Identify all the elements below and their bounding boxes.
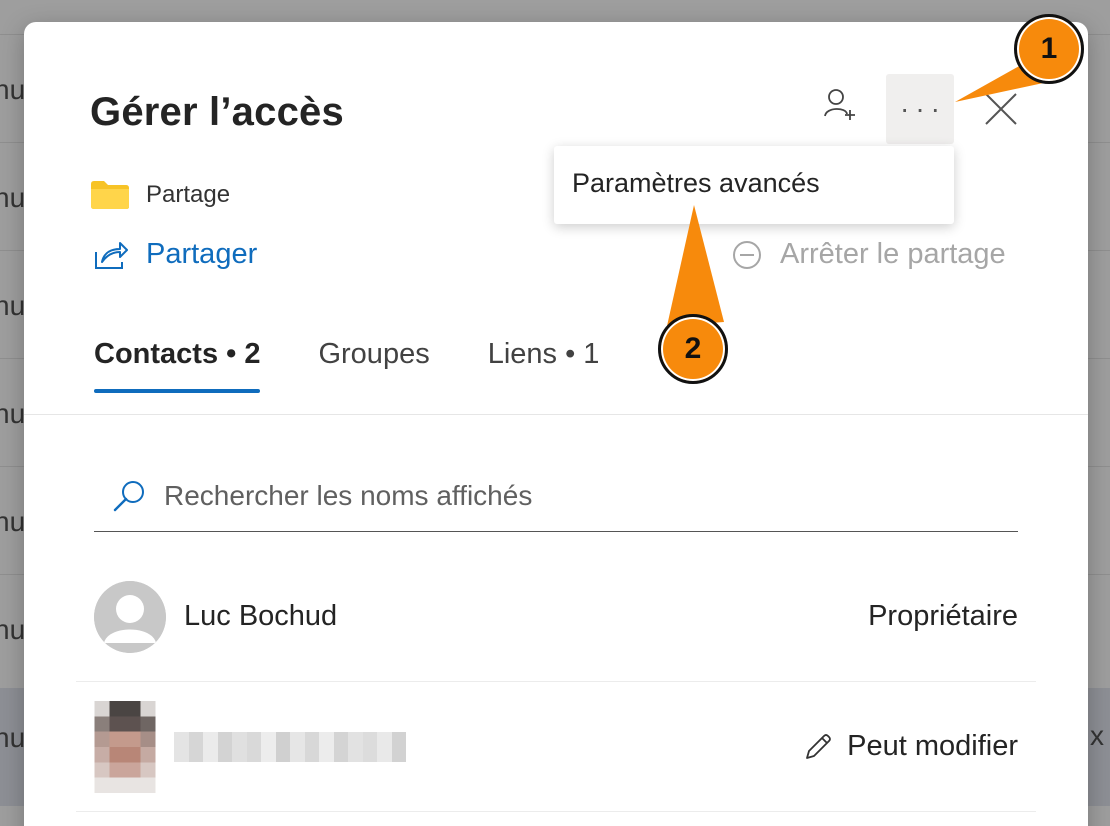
permission-label[interactable]: Peut modifier [803, 730, 1018, 763]
search-input[interactable] [164, 479, 984, 512]
folder-icon [91, 181, 129, 209]
callout-badge-2: 2 [658, 314, 728, 384]
share-label: Partager [146, 238, 258, 270]
more-options-menu: Paramètres avancés [554, 146, 954, 224]
share-icon [95, 241, 128, 269]
advanced-settings-menu-item[interactable]: Paramètres avancés [572, 168, 820, 199]
minus-circle-icon [733, 240, 761, 269]
manage-access-dialog: Gérer l’accès ··· Partage Partager Arrêt… [24, 22, 1088, 826]
tab-links[interactable]: Liens • 1 [488, 338, 600, 393]
bg-row-text-right: x p [1090, 720, 1110, 751]
tab-contacts[interactable]: Contacts • 2 [94, 338, 261, 393]
permission-text: Peut modifier [847, 730, 1018, 762]
pixelated-photo [94, 700, 156, 793]
permission-label: Propriétaire [868, 600, 1018, 633]
more-options-icon: ··· [900, 93, 946, 124]
more-options-button[interactable]: ··· [886, 74, 954, 144]
access-tabs: Contacts • 2 Groupes Liens • 1 [94, 338, 657, 393]
add-person-icon [824, 89, 855, 120]
dialog-title: Gérer l’accès [90, 90, 344, 134]
stop-sharing-label: Arrêter le partage [780, 238, 1006, 270]
person-name: Luc Bochud [184, 600, 338, 632]
stop-sharing-button[interactable]: Arrêter le partage [732, 238, 1006, 271]
generic-person-icon [94, 580, 166, 653]
permission-text: Propriétaire [868, 600, 1018, 632]
redacted-name [174, 731, 406, 762]
tabs-divider [24, 414, 1088, 415]
callout-badge-1: 1 [1014, 14, 1084, 84]
item-info: Partage [90, 180, 230, 210]
pencil-icon [806, 733, 832, 759]
search-icon [113, 480, 144, 511]
close-icon [985, 93, 1017, 125]
search-box [94, 460, 1018, 532]
close-button[interactable] [976, 84, 1026, 134]
add-person-button[interactable] [814, 78, 866, 130]
list-item[interactable]: Peut modifier [76, 682, 1036, 812]
folder-name: Partage [146, 181, 231, 208]
tab-groups[interactable]: Groupes [318, 338, 429, 393]
list-item[interactable]: Luc Bochud Propriétaire [76, 552, 1036, 682]
share-button[interactable]: Partager [94, 238, 257, 271]
